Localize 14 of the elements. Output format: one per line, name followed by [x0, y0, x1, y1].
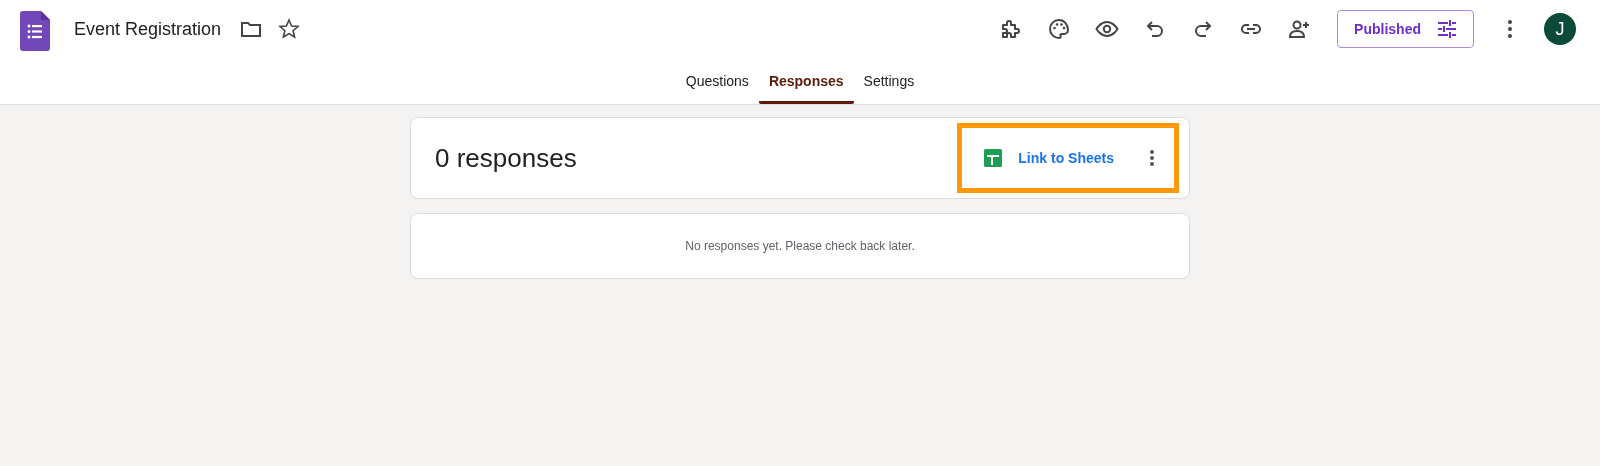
empty-message: No responses yet. Please check back later. [685, 239, 915, 253]
sliders-icon [1435, 17, 1459, 41]
avatar[interactable]: J [1544, 13, 1576, 45]
star-icon[interactable] [277, 17, 302, 41]
link-to-sheets-button[interactable]: Link to Sheets [976, 143, 1122, 173]
tab[interactable]: Questions [675, 58, 759, 104]
response-count: 0 responses [435, 142, 577, 174]
tab[interactable]: Responses [758, 58, 854, 104]
palette-icon[interactable] [1047, 17, 1072, 41]
sheets-icon [984, 149, 1003, 167]
forms-logo-icon[interactable] [20, 11, 50, 51]
tab[interactable]: Settings [853, 58, 925, 104]
document-title[interactable]: Event Registration [74, 18, 222, 40]
published-button[interactable]: Published [1337, 10, 1474, 48]
